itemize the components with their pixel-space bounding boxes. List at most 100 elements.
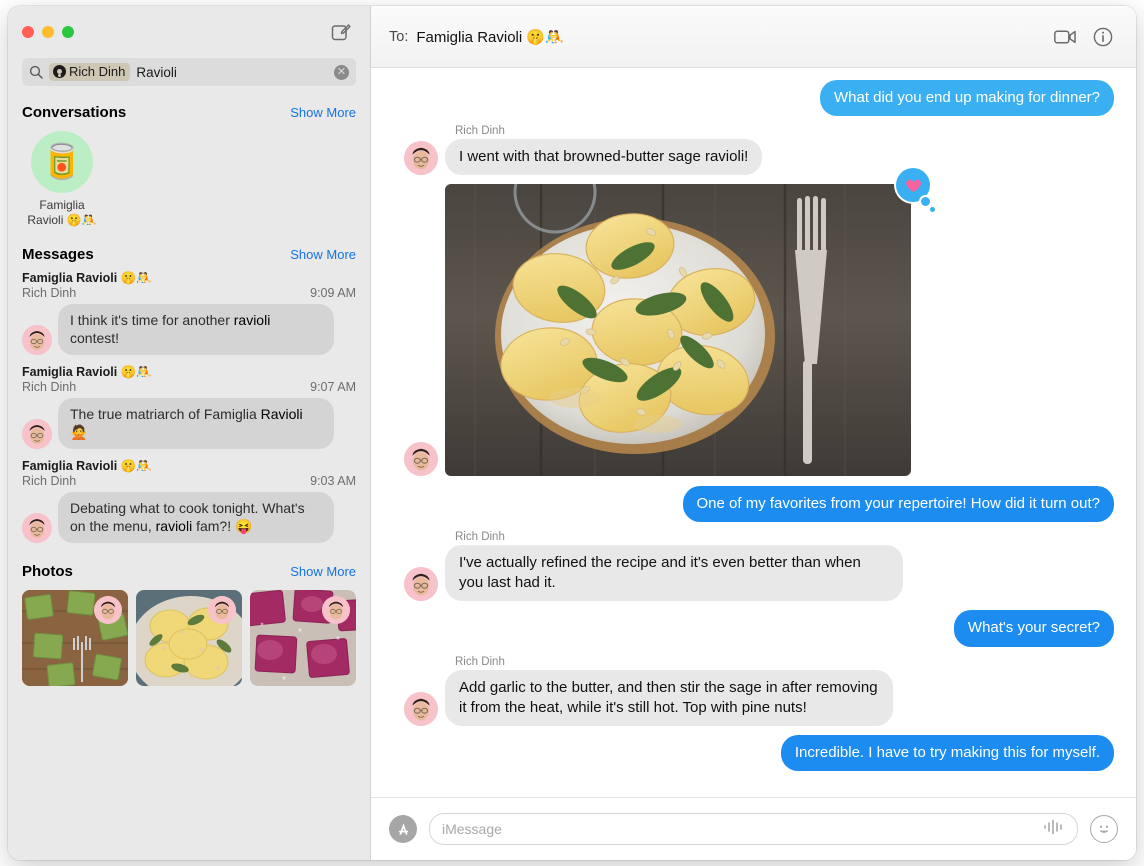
close-button[interactable] (22, 26, 34, 38)
result-body: Debating what to cook tonight. What's on… (22, 491, 356, 543)
avatar (404, 141, 438, 176)
snippet-highlight: ravioli (155, 518, 193, 535)
incoming-line: I've actually refined the recipe and it'… (393, 545, 903, 602)
messages-section-header: Messages Show More (8, 238, 370, 269)
zoom-button[interactable] (62, 26, 74, 38)
app-store-icon[interactable] (389, 815, 417, 843)
audio-waveform-icon[interactable] (1043, 819, 1065, 840)
result-time: 9:07 AM (310, 379, 356, 394)
avatar (404, 442, 438, 477)
search-token-person[interactable]: Rich Dinh (49, 63, 131, 81)
minimize-button[interactable] (42, 26, 54, 38)
message-bubble[interactable]: I went with that browned-butter sage rav… (439, 139, 763, 176)
result-sender: Rich Dinh (22, 379, 77, 394)
list-item[interactable]: Famiglia Ravioli 🤫🤼 Rich Dinh 9:03 AM De… (8, 457, 370, 551)
imessage-input[interactable]: iMessage (429, 813, 1078, 845)
heart-reaction-badge[interactable] (896, 168, 935, 213)
incoming-line: Add garlic to the butter, and then stir … (393, 669, 893, 726)
message-bubble[interactable]: I've actually refined the recipe and it'… (440, 545, 903, 602)
message-row-incoming: Rich Dinh Add garlic to the butter, and … (393, 656, 1114, 726)
message-thread[interactable]: What did you end up making for dinner? R… (371, 68, 1136, 797)
message-row-outgoing: One of my favorites from your repertoire… (393, 486, 1119, 523)
snippet-after: 🙅 (70, 424, 88, 441)
sender-name: Rich Dinh (455, 655, 505, 668)
snippet-after: contest! (70, 330, 120, 347)
result-snippet: The true matriarch of Famiglia Ravioli 🙅 (54, 397, 334, 449)
photo-sender-avatar (208, 595, 236, 624)
search-token-label: Rich Dinh (69, 64, 126, 79)
result-group-name: Famiglia Ravioli 🤫🤼 (22, 271, 152, 285)
result-meta: Famiglia Ravioli 🤫🤼 (22, 271, 356, 286)
compose-icon[interactable] (328, 19, 354, 45)
message-row-incoming: Rich Dinh I went with that browned-butte… (393, 125, 1114, 176)
search-container: Rich Dinh Ravioli ✕ (8, 58, 370, 96)
result-body: I think it's time for another ravioli co… (22, 304, 356, 355)
sidebar: Rich Dinh Ravioli ✕ Conversations Show M… (8, 6, 371, 860)
titlebar (8, 6, 370, 58)
photos-show-more[interactable]: Show More (290, 564, 356, 579)
result-snippet: Debating what to cook tonight. What's on… (54, 491, 334, 543)
incoming-stack: Rich Dinh Add garlic to the butter, and … (393, 656, 893, 726)
photo-sender-avatar (322, 595, 350, 624)
incoming-stack: Rich Dinh I went with that browned-butte… (393, 125, 763, 176)
sender-name: Rich Dinh (455, 531, 505, 544)
messages-results-list: Famiglia Ravioli 🤫🤼 Rich Dinh 9:09 AM I … (8, 269, 370, 555)
person-icon (53, 65, 66, 78)
attachment-wrapper (445, 168, 935, 477)
message-bubble[interactable]: What did you end up making for dinner? (820, 80, 1119, 117)
list-item[interactable]: Famiglia Ravioli 🤫🤼 Rich Dinh 9:07 AM Th… (8, 363, 370, 457)
avatar (22, 418, 52, 449)
snippet-before: The true matriarch of Famiglia (70, 405, 261, 422)
avatar (404, 567, 438, 602)
message-bubble[interactable]: What's your secret? (953, 610, 1120, 647)
snippet-highlight: Ravioli (260, 405, 303, 422)
result-submeta: Rich Dinh 9:07 AM (22, 380, 356, 394)
result-submeta: Rich Dinh 9:09 AM (22, 286, 356, 300)
video-camera-icon[interactable] (1050, 22, 1080, 52)
message-row-outgoing: What's your secret? (393, 610, 1120, 647)
conversations-show-more[interactable]: Show More (290, 105, 356, 120)
photo-sender-avatar (94, 595, 122, 624)
emoji-smiley-icon[interactable] (1090, 815, 1118, 843)
message-row-outgoing: What did you end up making for dinner? (393, 80, 1119, 117)
snippet-after: fam?! 😝 (192, 518, 253, 535)
clear-icon[interactable]: ✕ (334, 64, 349, 80)
info-icon[interactable] (1088, 22, 1118, 52)
photo-thumbnail-yellow-ravioli[interactable] (136, 589, 242, 686)
message-bubble[interactable]: Incredible. I have to try making this fo… (780, 734, 1120, 771)
search-icon (29, 65, 43, 79)
conversations-section-header: Conversations Show More (8, 96, 370, 127)
avatar (22, 324, 52, 355)
conversation-name: Famiglia Ravioli 🤫🤼 (27, 198, 97, 227)
message-bubble[interactable]: One of my favorites from your repertoire… (682, 486, 1119, 523)
list-item[interactable]: Famiglia Ravioli 🤫🤼 Rich Dinh 9:09 AM I … (8, 269, 370, 363)
message-image-attachment[interactable] (445, 184, 911, 477)
result-meta: Famiglia Ravioli 🤫🤼 (22, 459, 356, 474)
sender-name: Rich Dinh (455, 125, 505, 138)
photo-thumbnail-green-ravioli[interactable] (22, 589, 128, 686)
result-sender: Rich Dinh (22, 473, 77, 488)
conversations-title: Conversations (22, 104, 127, 121)
result-group-name: Famiglia Ravioli 🤫🤼 (22, 458, 152, 473)
search-query-text[interactable]: Ravioli (136, 65, 328, 80)
avatar (22, 512, 52, 543)
message-row-outgoing: Incredible. I have to try making this fo… (393, 734, 1120, 771)
result-sender: Rich Dinh (22, 286, 77, 300)
conversations-list: 🥫 Famiglia Ravioli 🤫🤼 (8, 127, 370, 238)
search-input[interactable]: Rich Dinh Ravioli ✕ (22, 58, 356, 86)
message-row-incoming: Rich Dinh I've actually refined the reci… (393, 531, 1114, 602)
recipient-name[interactable]: Famiglia Ravioli 🤫🤼 (416, 28, 563, 46)
imessage-placeholder: iMessage (442, 821, 502, 837)
result-group-name: Famiglia Ravioli 🤫🤼 (22, 364, 152, 379)
photos-title: Photos (22, 562, 73, 580)
message-bubble[interactable]: Add garlic to the butter, and then stir … (440, 669, 893, 726)
photo-thumbnail-beet-ravioli[interactable] (250, 589, 356, 686)
sidebar-scroll-area[interactable]: Conversations Show More 🥫 Famiglia Ravio… (8, 96, 370, 860)
snippet-before: I think it's time for another (70, 312, 234, 328)
message-row-image (393, 168, 1114, 477)
messages-show-more[interactable]: Show More (290, 247, 356, 262)
result-time: 9:09 AM (310, 286, 356, 300)
result-body: The true matriarch of Famiglia Ravioli 🙅 (22, 397, 356, 449)
conversation-avatar: 🥫 (31, 131, 93, 193)
conversation-item-famiglia-ravioli[interactable]: 🥫 Famiglia Ravioli 🤫🤼 (22, 131, 102, 228)
